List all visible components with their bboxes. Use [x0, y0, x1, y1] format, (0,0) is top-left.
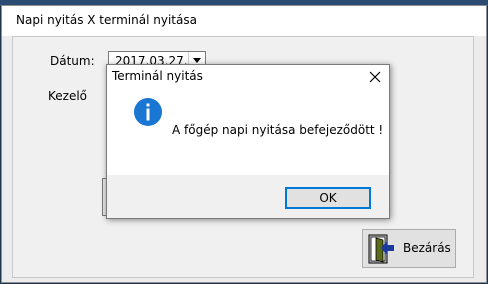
exit-door-icon [368, 234, 394, 264]
dialog-footer: OK [107, 175, 389, 218]
dialog-close-button[interactable] [367, 69, 383, 85]
main-window-title: Napi nyitás X terminál nyitása [16, 13, 197, 27]
close-button-label: Bezárás [403, 241, 451, 255]
close-button[interactable]: Bezárás [362, 229, 456, 268]
dialog-titlebar[interactable]: Terminál nyitás [107, 65, 389, 89]
ok-button[interactable]: OK [285, 187, 371, 209]
chevron-down-icon [193, 58, 201, 63]
info-icon [133, 97, 163, 127]
date-label: Dátum: [50, 54, 95, 68]
close-icon [369, 71, 381, 83]
main-titlebar[interactable]: Napi nyitás X terminál nyitása [2, 6, 486, 36]
message-dialog: Terminál nyitás A főgép napi nyitása bef… [106, 64, 390, 219]
dialog-title: Terminál nyitás [112, 69, 203, 83]
operator-label: Kezelő [48, 89, 88, 103]
dialog-message: A főgép napi nyitása befejeződött ! [172, 123, 384, 137]
